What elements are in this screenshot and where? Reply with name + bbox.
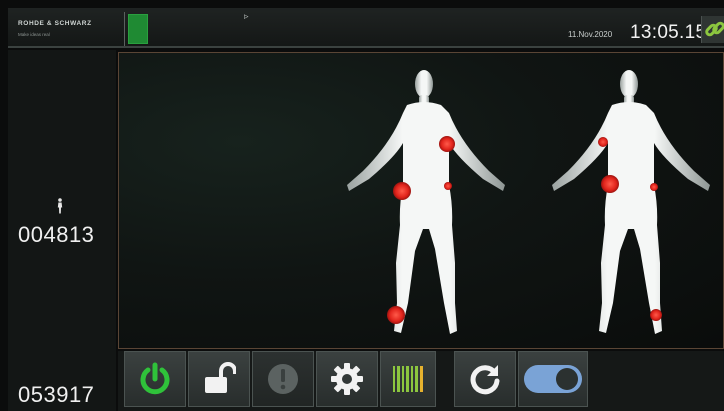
alarm-marker xyxy=(601,175,619,193)
power-button[interactable] xyxy=(124,351,186,407)
date-display: 11.Nov.2020 xyxy=(568,30,613,39)
alarm-marker xyxy=(650,183,658,191)
link-button[interactable] xyxy=(701,16,724,43)
alarm-marker xyxy=(444,182,452,190)
brand-tagline: Make ideas real xyxy=(18,32,50,37)
alarm-marker xyxy=(598,137,608,147)
mode-toggle[interactable] xyxy=(518,351,588,407)
unlock-button[interactable] xyxy=(188,351,250,407)
bottom-toolbar xyxy=(118,351,724,411)
settings-button[interactable] xyxy=(316,351,378,407)
alarm-marker xyxy=(393,182,411,200)
link-icon xyxy=(705,21,724,37)
refresh-button[interactable] xyxy=(454,351,516,407)
barcode-icon xyxy=(393,366,423,392)
scan-viewport xyxy=(118,52,724,349)
alarm-marker xyxy=(650,309,662,321)
alert-icon xyxy=(268,364,298,394)
barcode-button[interactable] xyxy=(380,351,436,407)
body-scan-front xyxy=(347,70,505,334)
scan-counter-total: 053917 xyxy=(18,382,95,407)
scan-counter-current: 004813 xyxy=(18,222,95,247)
alert-button[interactable] xyxy=(252,351,314,407)
body-scan-back xyxy=(552,70,710,334)
toggle-switch-icon xyxy=(524,365,582,393)
time-display: 13:05.15 xyxy=(630,22,707,43)
status-indicator xyxy=(128,14,148,44)
top-bar: ROHDE & SCHWARZ Make ideas real ▹ 11.Nov… xyxy=(8,8,724,48)
alarm-marker xyxy=(387,306,405,324)
refresh-icon xyxy=(470,365,500,395)
alarm-marker xyxy=(439,136,455,152)
person-icon xyxy=(57,198,63,214)
unlock-icon xyxy=(205,362,236,393)
cursor-icon: ▹ xyxy=(244,11,249,21)
power-icon xyxy=(140,362,170,395)
settings-icon xyxy=(331,363,363,395)
brand-logo-text: ROHDE & SCHWARZ xyxy=(18,20,92,27)
divider xyxy=(124,12,125,46)
